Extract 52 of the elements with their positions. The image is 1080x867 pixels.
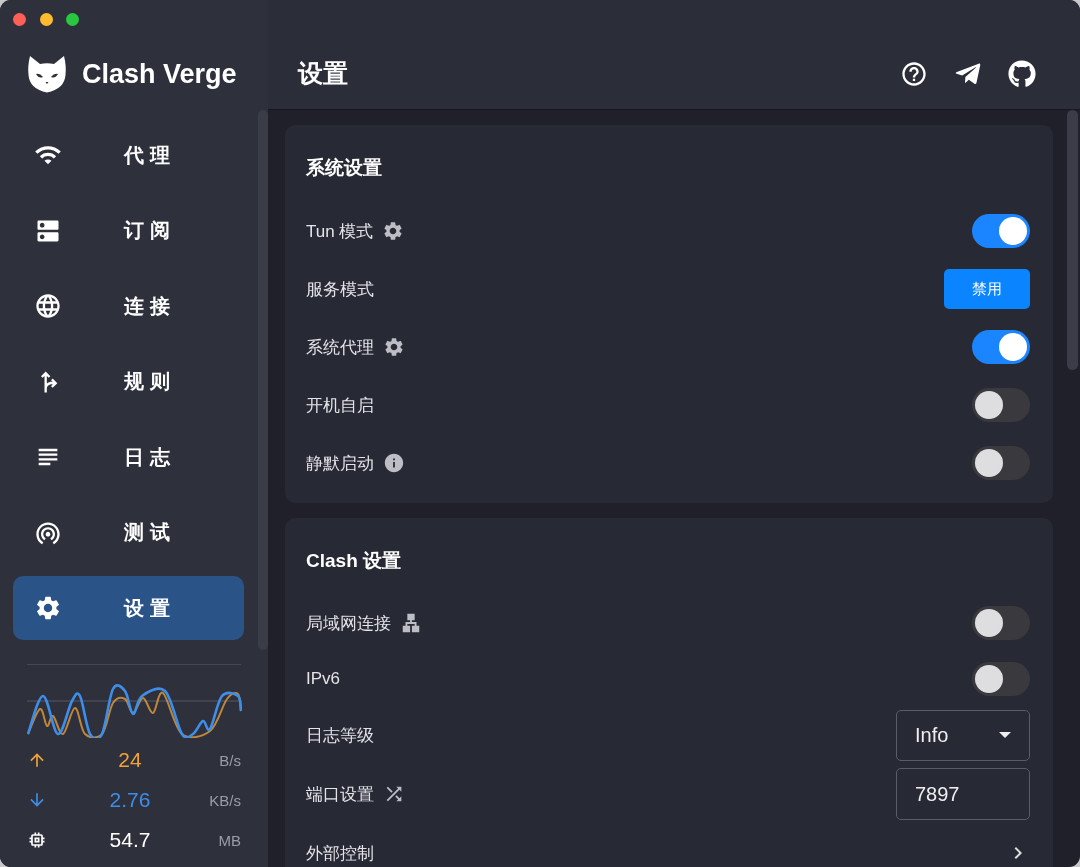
setting-label: IPv6 (306, 669, 341, 689)
toggle-switch[interactable] (972, 388, 1030, 422)
setting-label: 外部控制 (306, 842, 374, 865)
nav-item[interactable]: 订阅 (13, 198, 244, 263)
setting-label: 局域网连接 (306, 612, 391, 635)
disable-button[interactable]: 禁用 (944, 269, 1030, 309)
section-title: 系统设置 (306, 156, 383, 180)
toggle-switch[interactable] (972, 214, 1030, 248)
traffic-value: 2.76 (109, 788, 151, 812)
nav-item[interactable]: 日志 (13, 425, 244, 489)
github-icon[interactable] (1008, 59, 1036, 88)
hierarchy-icon (400, 612, 422, 634)
input-field[interactable]: 7897 (896, 768, 1030, 820)
traffic-unit: MB (218, 831, 241, 849)
minimize-window-button[interactable] (39, 13, 53, 26)
setting-label: 服务模式 (306, 278, 374, 301)
scrollbar-thumb[interactable] (258, 110, 268, 650)
globe-icon (34, 292, 62, 320)
app-name: Clash Verge (82, 58, 237, 90)
toggle-switch[interactable] (972, 446, 1030, 480)
dropdown-select[interactable]: Info (896, 709, 1030, 761)
toggle-switch[interactable] (972, 662, 1030, 696)
nav-item[interactable]: 连接 (13, 274, 244, 338)
setting-label: 日志等级 (306, 724, 374, 747)
info-icon (383, 452, 405, 474)
zoom-window-button[interactable] (66, 13, 79, 26)
toggle-switch[interactable] (972, 330, 1030, 364)
chip-icon (27, 830, 47, 850)
traffic-unit: KB/s (209, 791, 241, 809)
gear-icon (34, 594, 62, 622)
nav-item[interactable]: 规则 (13, 349, 244, 414)
page-title: 设置 (298, 58, 348, 89)
caret-icon (999, 732, 1011, 738)
scrollbar-thumb[interactable] (1067, 110, 1078, 370)
section-title: Clash 设置 (306, 549, 403, 573)
setting-label: 端口设置 (306, 783, 374, 806)
traffic-value: 54.7 (109, 828, 151, 852)
nav-item[interactable]: 设置 (13, 576, 244, 640)
nav-item[interactable]: 测试 (13, 500, 244, 565)
settings-icon[interactable] (382, 220, 405, 242)
setting-label: 系统代理 (306, 336, 374, 359)
traffic-unit: B/s (219, 751, 241, 769)
close-window-button[interactable] (13, 13, 26, 26)
nav-item[interactable]: 代理 (13, 123, 244, 187)
traffic-value: 24 (118, 748, 142, 772)
setting-label: 开机自启 (306, 394, 374, 417)
toggle-switch[interactable] (972, 606, 1030, 640)
setting-label: 静默启动 (306, 452, 374, 475)
cat-logo-icon (27, 55, 67, 93)
setting-label: Tun 模式 (306, 220, 374, 243)
help-icon[interactable] (900, 59, 928, 88)
settings-icon[interactable] (383, 336, 405, 358)
